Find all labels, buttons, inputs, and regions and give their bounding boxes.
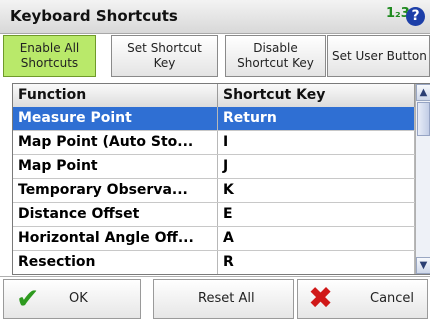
x-icon: ✖ xyxy=(308,281,334,316)
table-row[interactable]: Map Point J xyxy=(13,155,415,179)
shortcut-key-cell: A xyxy=(218,227,415,250)
bottom-bar: ✔ OK Reset All ✖ Cancel xyxy=(0,276,430,321)
column-header-shortcut-key[interactable]: Shortcut Key xyxy=(218,84,415,107)
shortcut-key-cell: J xyxy=(218,155,415,178)
title-bar: Keyboard Shortcuts 1₂3 ? xyxy=(0,0,430,34)
disable-shortcut-key-button[interactable]: Disable Shortcut Key xyxy=(225,35,326,77)
table-row[interactable]: Horizontal Angle Off... A xyxy=(13,227,415,251)
column-header-function[interactable]: Function xyxy=(13,84,218,107)
table-row[interactable]: Resection R xyxy=(13,251,415,274)
shortcut-key-cell: R xyxy=(218,251,415,274)
scroll-up-icon[interactable]: ▲ xyxy=(416,84,430,101)
toolbar: Enable All Shortcuts Set Shortcut Key Di… xyxy=(0,34,430,80)
table-row[interactable]: Temporary Observa... K xyxy=(13,179,415,203)
enable-all-shortcuts-button[interactable]: Enable All Shortcuts xyxy=(3,35,96,77)
function-cell: Map Point (Auto Sto... xyxy=(13,131,218,154)
function-cell: Distance Offset xyxy=(13,203,218,226)
shortcut-key-cell: Return xyxy=(218,107,415,130)
set-user-button-button[interactable]: Set User Button xyxy=(327,35,430,77)
table-header: Function Shortcut Key xyxy=(13,84,415,108)
function-cell: Resection xyxy=(13,251,218,274)
window-title: Keyboard Shortcuts xyxy=(10,7,178,25)
help-icon[interactable]: ? xyxy=(406,7,425,26)
shortcut-key-cell: E xyxy=(218,203,415,226)
cancel-label: Cancel xyxy=(370,291,415,306)
function-cell: Measure Point xyxy=(13,107,218,130)
set-shortcut-key-button[interactable]: Set Shortcut Key xyxy=(111,35,218,77)
shortcuts-table: Function Shortcut Key Measure Point Retu… xyxy=(12,83,430,275)
shortcut-key-cell: I xyxy=(218,131,415,154)
scroll-thumb[interactable] xyxy=(417,102,430,136)
check-icon: ✔ xyxy=(16,282,40,315)
function-cell: Map Point xyxy=(13,155,218,178)
function-cell: Temporary Observa... xyxy=(13,179,218,202)
reset-all-button[interactable]: Reset All xyxy=(153,279,294,319)
ok-label: OK xyxy=(69,291,88,306)
ok-button[interactable]: ✔ OK xyxy=(3,279,141,319)
shortcut-key-cell: K xyxy=(218,179,415,202)
function-cell: Horizontal Angle Off... xyxy=(13,227,218,250)
scroll-down-icon[interactable]: ▼ xyxy=(416,257,430,274)
table-row[interactable]: Distance Offset E xyxy=(13,203,415,227)
table-row[interactable]: Measure Point Return xyxy=(13,107,415,131)
cancel-button[interactable]: ✖ Cancel xyxy=(297,279,428,319)
table-row[interactable]: Map Point (Auto Sto... I xyxy=(13,131,415,155)
vertical-scrollbar[interactable]: ▲ ▼ xyxy=(415,84,430,274)
reset-all-label: Reset All xyxy=(198,291,255,306)
